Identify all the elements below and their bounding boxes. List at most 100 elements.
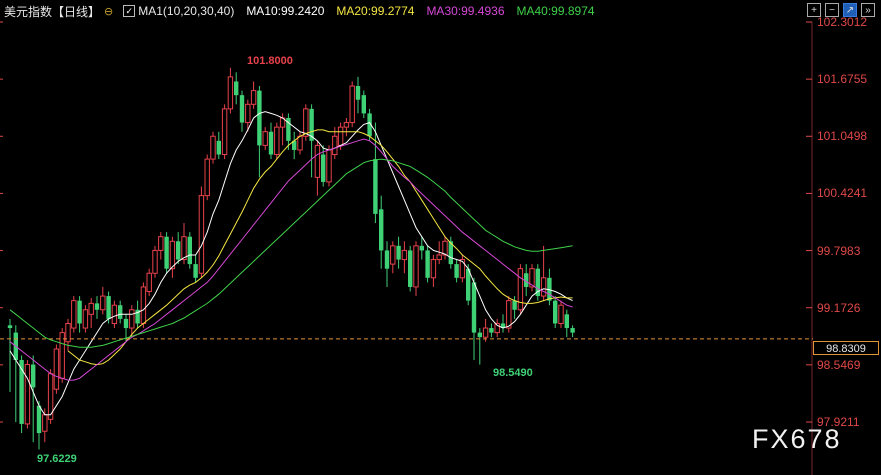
candle-body <box>419 245 424 251</box>
candle-body <box>297 135 303 151</box>
candle-body <box>250 90 257 105</box>
candle-body <box>373 159 378 214</box>
candle-body <box>558 304 564 324</box>
candle-body <box>401 249 408 261</box>
candle-body <box>129 309 135 329</box>
ma10-line <box>9 111 573 416</box>
candle-body <box>181 236 187 261</box>
candle-body <box>204 158 210 197</box>
candle-body <box>454 264 459 278</box>
candle-body <box>564 314 569 329</box>
candle-body <box>176 241 181 260</box>
price-axis-label: 99.1726 <box>817 300 861 315</box>
ma30-line <box>9 138 573 381</box>
price-axis-label: 102.3012 <box>817 15 868 29</box>
period-label[interactable]: 【日线】 <box>52 3 100 20</box>
candle-body <box>82 309 89 329</box>
candle-body <box>570 328 575 333</box>
candle-body <box>71 300 77 329</box>
candle-body <box>234 81 239 96</box>
candle-body <box>198 195 205 274</box>
candle-body <box>379 209 384 251</box>
candle-body <box>355 86 361 100</box>
chart-header: 美元指数 【日线】 ⊖ ✓ MA1(10,20,30,40) MA10:99.2… <box>0 0 881 22</box>
candle-body <box>169 240 176 270</box>
candle-body <box>314 144 321 178</box>
ma-value-label-1: MA20:99.2774 <box>336 4 415 18</box>
candle-body <box>482 327 489 338</box>
candle-body <box>31 364 36 388</box>
candle-body <box>262 131 268 146</box>
candle-body <box>321 154 326 182</box>
candle-body <box>425 250 430 278</box>
candle-body <box>77 300 82 324</box>
candle-body <box>36 405 42 434</box>
ma-value-label-3: MA40:99.8974 <box>516 4 595 18</box>
candle-body <box>239 95 245 123</box>
candle-body <box>384 250 390 269</box>
price-axis-label: 101.6755 <box>817 72 868 87</box>
candle-body <box>413 245 419 288</box>
candle-body <box>477 332 482 338</box>
candle-body <box>158 236 164 251</box>
candle-body <box>436 254 442 261</box>
collapse-toggle-icon[interactable]: ⊖ <box>104 5 113 18</box>
candle-body <box>210 135 216 160</box>
instrument-title: 美元指数 <box>4 4 53 19</box>
candle-body <box>489 328 494 333</box>
ma-indicator-label: MA1(10,20,30,40) <box>138 4 235 18</box>
price-axis-label: 98.5469 <box>817 357 861 372</box>
candle-body <box>94 303 100 310</box>
candle-body <box>512 300 517 310</box>
ma-value-label-0: MA10:99.2420 <box>246 4 325 18</box>
candle-body <box>396 245 401 260</box>
candle-body <box>361 95 366 114</box>
axis-ticks-layer <box>0 21 812 423</box>
candle-body <box>303 108 309 137</box>
candle-body <box>227 76 234 110</box>
candle-body <box>42 414 48 432</box>
candle-body <box>111 304 118 324</box>
high-annotation: 101.8000 <box>247 55 293 67</box>
recent-low-annotation: 98.5490 <box>493 367 533 379</box>
candle-body <box>442 240 448 256</box>
candle-body <box>245 103 251 124</box>
candle-body <box>337 126 344 146</box>
candle-body <box>257 90 262 146</box>
candle-body <box>24 364 31 425</box>
candle-body <box>118 305 123 319</box>
candle-body <box>540 277 547 297</box>
price-axis-label: 99.7983 <box>817 243 861 258</box>
candle-body <box>471 282 477 333</box>
candle-body <box>88 302 94 315</box>
price-axis-label: 100.4241 <box>817 186 868 201</box>
candle-body <box>430 259 437 279</box>
ma-checkbox[interactable]: ✓ <box>123 5 136 17</box>
candle-body <box>332 135 338 156</box>
candle-body <box>274 126 280 156</box>
current-price-tag: 98.8309 <box>813 341 879 355</box>
candle-body <box>216 140 221 155</box>
candle-body <box>349 85 355 124</box>
candle-body <box>408 250 413 287</box>
watermark-logo: FX678 <box>752 424 842 454</box>
candle-body <box>193 264 198 278</box>
candle-body <box>390 245 396 265</box>
candle-body <box>59 332 65 379</box>
low-annotation: 97.6229 <box>37 453 77 465</box>
ma40-line <box>9 158 573 348</box>
candle-body <box>517 268 524 311</box>
candle-body <box>146 272 152 293</box>
candle-body <box>187 236 192 265</box>
candle-body <box>459 259 466 279</box>
candle-body <box>221 108 228 156</box>
moving-average-layer <box>9 111 573 416</box>
candlestick-chart[interactable] <box>0 0 881 475</box>
price-axis-label: 101.0498 <box>817 129 868 144</box>
candle-body <box>106 296 111 319</box>
ma-value-label-2: MA30:99.4936 <box>426 4 505 18</box>
chart-window: 美元指数 【日线】 ⊖ ✓ MA1(10,20,30,40) MA10:99.2… <box>0 0 881 475</box>
candle-body <box>343 122 350 128</box>
candle-body <box>140 286 147 324</box>
candle-body <box>53 348 60 390</box>
